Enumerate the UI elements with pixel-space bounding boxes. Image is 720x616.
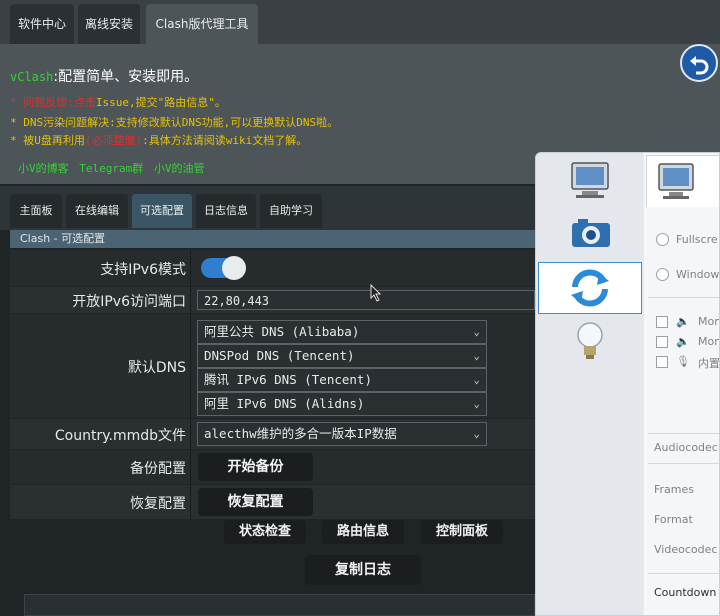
chevron-down-icon: ⌄ <box>473 349 480 362</box>
copy-log-button[interactable]: 复制日志 <box>305 555 421 585</box>
camera-icon <box>572 219 610 247</box>
dns-label: 默认DNS <box>127 360 186 376</box>
chevron-down-icon: ⌄ <box>473 427 480 440</box>
backup-label: 备份配置 <box>130 461 186 477</box>
monitor-audio-label-2: Mon <box>698 335 720 348</box>
tab-optional-config[interactable]: 可选配置 <box>132 194 192 228</box>
overlay-separator <box>648 433 719 434</box>
audiocodec-label: Audiocodec <box>654 441 718 454</box>
restore-label: 恢复配置 <box>130 496 186 512</box>
log-area[interactable] <box>24 594 535 616</box>
links-row: 小V的博客 Telegram群 小V的油管 <box>18 160 204 176</box>
top-tab-bar: 软件中心 离线安装 Clash版代理工具 <box>0 0 720 44</box>
link-telegram[interactable]: Telegram群 <box>79 162 143 175</box>
tab-offline-install[interactable]: 离线安装 <box>78 4 140 44</box>
dns-select-3[interactable]: 腾讯 IPv6 DNS (Tencent) ⌄ <box>197 368 487 392</box>
chevron-down-icon: ⌄ <box>473 397 480 410</box>
tab-online-edit[interactable]: 在线编辑 <box>66 194 128 228</box>
lightbulb-item[interactable] <box>538 315 642 367</box>
panel-title: Clash - 可选配置 <box>10 230 535 248</box>
monitor-icon <box>571 162 609 198</box>
notice-feedback: * 问题反馈:点击Issue,提交"路由信息"。 <box>10 96 226 109</box>
overlay-separator <box>648 297 719 298</box>
port-input[interactable]: 22,80,443 <box>197 290 535 310</box>
refresh-icon <box>571 269 609 307</box>
mouse-cursor-icon <box>370 284 382 302</box>
mmdb-select[interactable]: alecthw维护的多合一版本IP数据 ⌄ <box>197 422 487 446</box>
format-label: Format <box>654 513 693 526</box>
return-button[interactable] <box>680 44 718 82</box>
monitor-audio-checkbox-2[interactable] <box>656 336 668 348</box>
wiki-link[interactable]: wiki <box>226 134 253 147</box>
chevron-down-icon: ⌄ <box>473 373 480 386</box>
tab-logs[interactable]: 日志信息 <box>196 194 256 228</box>
window-label: Window <box>676 268 720 281</box>
fullscreen-label: Fullscre <box>676 233 718 246</box>
notice-usb: * 被U盘再利用(必须整傻):具体方法请阅读wiki文档了解。 <box>10 134 308 147</box>
tab-main-panel[interactable]: 主面板 <box>10 194 62 228</box>
title-desc: :配置简单、安装即用。 <box>53 69 199 85</box>
restore-config-button[interactable]: 恢复配置 <box>198 488 313 516</box>
overlay-separator <box>648 463 719 464</box>
page-title: vClash:配置简单、安装即用。 <box>10 66 198 86</box>
tab-self-learning[interactable]: 自助学习 <box>260 194 322 228</box>
countdown-label: Countdown <box>654 586 717 599</box>
monitor-audio-checkbox-1[interactable] <box>656 316 668 328</box>
monitor-audio-label-1: Mon <box>698 315 720 328</box>
tab-clash-tool[interactable]: Clash版代理工具 <box>146 4 258 44</box>
notice-dns: * DNS污染问题解决:支持修改默认DNS功能,可以更换默认DNS啦。 <box>10 116 339 129</box>
status-check-button[interactable]: 状态检查 <box>224 520 306 544</box>
title-vclash: vClash <box>10 70 54 84</box>
control-panel-button[interactable]: 控制面板 <box>421 520 503 544</box>
mmdb-label: Country.mmdb文件 <box>54 428 186 444</box>
dns-select-2[interactable]: DNSPod DNS (Tencent) ⌄ <box>197 344 487 368</box>
column-divider <box>190 250 191 519</box>
speaker-icon: 🔈 <box>676 335 690 348</box>
sub-tab-bar: 主面板 在线编辑 可选配置 日志信息 自助学习 <box>0 186 535 230</box>
chevron-down-icon: ⌄ <box>473 325 480 338</box>
refresh-item[interactable] <box>538 262 642 314</box>
ipv6-label: 支持IPv6模式 <box>100 262 186 278</box>
frames-label: Frames <box>654 483 695 496</box>
toggle-knob <box>222 256 246 280</box>
return-arrow-icon <box>690 56 709 75</box>
start-backup-button[interactable]: 开始备份 <box>198 453 313 481</box>
lightbulb-icon <box>577 322 603 359</box>
link-youtube[interactable]: 小V的油管 <box>154 162 205 175</box>
recorder-overlay-window: Fullscre Window 🔈 Mon 🔈 Mon 🎙 内置 Audioco… <box>535 152 720 616</box>
window-radio[interactable] <box>656 268 669 281</box>
overlay-separator <box>648 573 719 574</box>
overlay-sidebar <box>536 153 643 615</box>
tab-software-center[interactable]: 软件中心 <box>10 4 74 44</box>
camera-item[interactable] <box>538 209 642 261</box>
dns-select-1[interactable]: 阿里公共 DNS (Alibaba) ⌄ <box>197 320 487 344</box>
videocodec-label: Videocodec <box>654 543 718 556</box>
dns-select-4[interactable]: 阿里 IPv6 DNS (Alidns) ⌄ <box>197 392 487 416</box>
issue-link[interactable]: Issue <box>96 96 129 109</box>
monitor-item[interactable] <box>538 155 642 207</box>
link-blog[interactable]: 小V的博客 <box>18 162 69 175</box>
speaker-icon: 🔈 <box>676 315 690 328</box>
fullscreen-radio[interactable] <box>656 233 669 246</box>
microphone-icon: 🎙 <box>676 355 690 368</box>
port-label: 开放IPv6访问端口 <box>72 294 186 310</box>
internal-mic-label: 内置 <box>698 357 720 370</box>
route-info-button[interactable]: 路由信息 <box>322 520 404 544</box>
ipv6-toggle[interactable] <box>201 256 246 280</box>
monitor-icon <box>658 163 694 199</box>
internal-mic-checkbox[interactable] <box>656 356 668 368</box>
overlay-tab-monitor[interactable] <box>646 155 719 207</box>
